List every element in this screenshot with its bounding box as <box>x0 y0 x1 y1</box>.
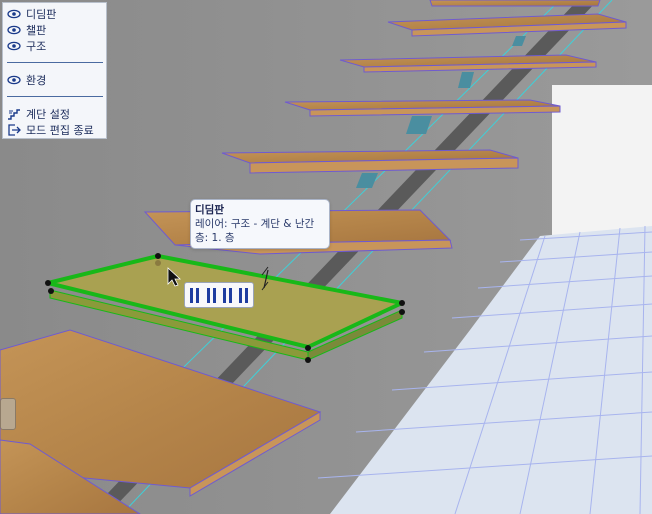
edit-mode-panel: 디딤판 챌판 구조 환경 계단 설정 모드 편집 종료 <box>2 2 107 139</box>
tread[interactable] <box>429 0 601 7</box>
pet-palette-bar-icon[interactable] <box>239 288 242 303</box>
panel-item-label: 챌판 <box>26 24 47 37</box>
panel-item-environment[interactable]: 환경 <box>7 72 46 88</box>
side-wall <box>552 85 652 238</box>
side-tab[interactable] <box>0 398 16 430</box>
pet-palette-bar-icon[interactable] <box>207 288 210 303</box>
eye-icon <box>7 41 21 51</box>
panel-item-stair-settings[interactable]: 계단 설정 <box>7 106 70 122</box>
panel-item-risers[interactable]: 챌판 <box>7 22 46 38</box>
pet-palette-bar-icon[interactable] <box>245 288 248 303</box>
pet-palette-toolbar[interactable] <box>184 282 254 308</box>
eye-icon <box>7 25 21 35</box>
panel-item-label: 환경 <box>26 74 47 87</box>
panel-item-structure[interactable]: 구조 <box>7 38 46 54</box>
eye-icon <box>7 75 21 85</box>
3d-viewport[interactable]: 디딤판 챌판 구조 환경 계단 설정 모드 편집 종료 디딤판 레이어: 구조 … <box>0 0 652 514</box>
panel-item-label: 계단 설정 <box>26 108 70 121</box>
pet-palette-bar-icon[interactable] <box>196 288 199 303</box>
tooltip-story: 층: 1. 층 <box>195 232 235 244</box>
stair-settings-icon <box>8 109 20 120</box>
panel-divider <box>7 96 103 97</box>
panel-divider <box>7 62 103 63</box>
panel-item-label: 디딤판 <box>26 8 57 21</box>
panel-item-label: 모드 편집 종료 <box>26 124 94 137</box>
tooltip-layer: 레이어: 구조 - 계단 & 난간 <box>195 218 315 230</box>
element-info-tooltip: 디딤판 레이어: 구조 - 계단 & 난간 층: 1. 층 <box>190 199 330 249</box>
exit-icon <box>8 124 21 136</box>
pet-palette-bar-icon[interactable] <box>229 288 232 303</box>
panel-item-label: 구조 <box>26 40 47 53</box>
panel-item-treads[interactable]: 디딤판 <box>7 6 56 22</box>
pet-palette-bar-icon[interactable] <box>190 288 193 303</box>
tooltip-title: 디딤판 <box>195 204 224 216</box>
pet-palette-bar-icon[interactable] <box>213 288 216 303</box>
eye-icon <box>7 9 21 19</box>
panel-item-exit-edit-mode[interactable]: 모드 편집 종료 <box>7 122 94 138</box>
pet-palette-bar-icon[interactable] <box>223 288 226 303</box>
